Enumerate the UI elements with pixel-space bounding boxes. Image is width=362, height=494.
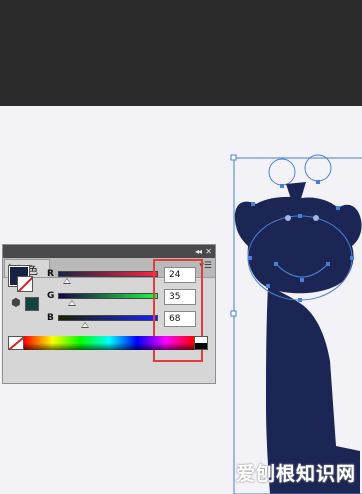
- panel-body: ⬢ R 24 G 35 B 68: [3, 259, 215, 383]
- panel-title-strip[interactable]: ◂◂ ✕: [3, 245, 215, 258]
- out-of-gamut-cube-icon[interactable]: ⬢: [11, 296, 21, 309]
- selection-handle-tl: [230, 154, 237, 161]
- r-slider-thumb[interactable]: [63, 278, 71, 284]
- websafe-color-swatch[interactable]: [25, 297, 39, 311]
- none-color-swatch[interactable]: [8, 336, 24, 350]
- stroke-color-swatch[interactable]: [17, 276, 33, 292]
- watermark-text: 爱刨根知识网: [235, 463, 356, 485]
- selection-handle-ml: [230, 310, 237, 317]
- color-spectrum-bar[interactable]: [24, 336, 194, 350]
- application-dark-bar: [0, 0, 362, 106]
- color-panel: ◂◂ ✕ ▴▾ 颜色 ▾☰ ⬢ R 24 G 35 B 6: [2, 244, 216, 384]
- r-channel-label: R: [47, 269, 54, 279]
- artboard-canvas[interactable]: ◂◂ ✕ ▴▾ 颜色 ▾☰ ⬢ R 24 G 35 B 6: [0, 106, 362, 494]
- b-slider[interactable]: [58, 315, 158, 321]
- r-slider[interactable]: [58, 271, 158, 277]
- g-channel-label: G: [47, 291, 55, 301]
- collapse-icon[interactable]: ◂◂: [195, 246, 202, 257]
- b-slider-thumb[interactable]: [81, 322, 89, 328]
- b-channel-label: B: [47, 313, 54, 323]
- g-slider-thumb[interactable]: [68, 300, 76, 306]
- black-white-swatch[interactable]: [194, 336, 208, 350]
- left-horn-shape: [268, 158, 296, 186]
- giraffe-head-shape: [234, 196, 362, 294]
- g-slider[interactable]: [58, 293, 158, 299]
- close-icon[interactable]: ✕: [205, 246, 212, 257]
- right-horn-shape: [304, 154, 332, 182]
